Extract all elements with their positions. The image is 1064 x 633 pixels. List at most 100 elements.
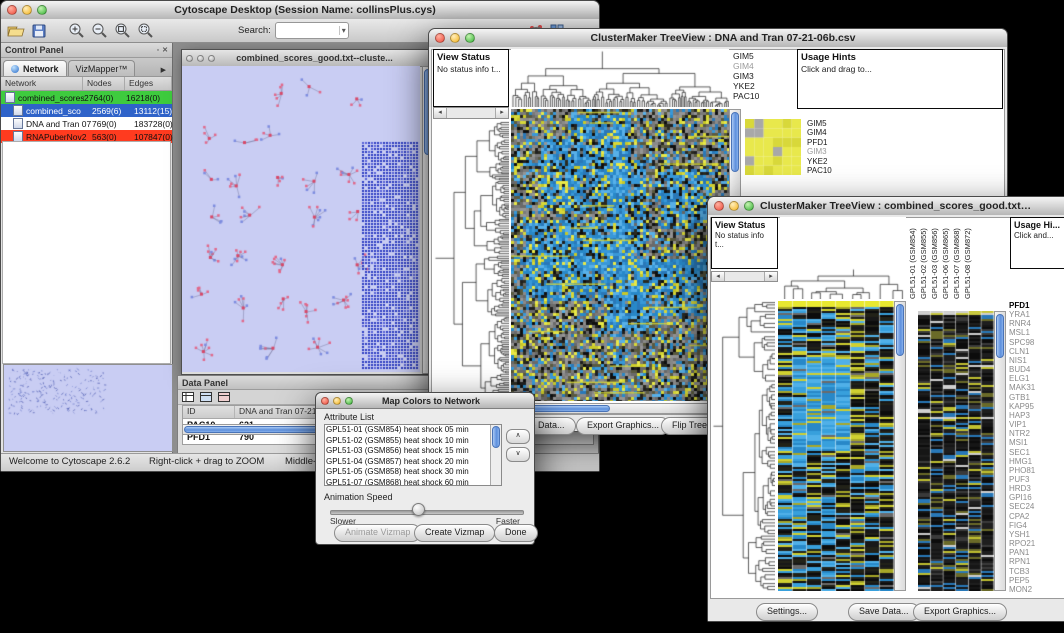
tv1-correlation-matrix[interactable] (745, 119, 801, 175)
usage-hints-title: Usage Hints (801, 52, 999, 63)
search-input[interactable]: ▾ (275, 22, 349, 39)
minimize-button[interactable] (450, 33, 460, 43)
tv2-status-scrollbar[interactable]: ◂ ▸ (711, 271, 778, 282)
open-folder-icon[interactable] (7, 24, 26, 38)
zoom-selected-icon[interactable] (137, 22, 154, 39)
tv2-vscrollbar[interactable] (894, 301, 906, 591)
frame-minimize-button[interactable] (197, 55, 204, 62)
attribute-list-scrollbar[interactable] (490, 425, 501, 485)
gene-label: HMG1 (1009, 457, 1064, 466)
create-vizmap-button[interactable]: Create Vizmap (414, 524, 495, 542)
network-row[interactable]: combined_sco2569(6)13112(15) (1, 104, 172, 117)
zoom-in-icon[interactable] (68, 22, 85, 39)
save-icon[interactable] (32, 24, 46, 38)
export-graphics-button[interactable]: Export Graphics... (913, 603, 1007, 621)
tv2-expression-heatmap[interactable] (918, 311, 994, 591)
network-row[interactable]: combined_scores2764(0)16218(0) (1, 91, 172, 104)
close-panel-icon[interactable]: ✕ (162, 46, 168, 54)
float-panel-icon[interactable]: ▫ (157, 47, 159, 54)
main-titlebar[interactable]: Cytoscape Desktop (Session Name: collins… (1, 1, 599, 20)
attribute-list-item[interactable]: GPL51-03 (GSM856) heat shock 15 min (326, 446, 491, 457)
tv1-column-dendrogram[interactable] (511, 49, 729, 107)
network-view-titlebar[interactable]: combined_scores_good.txt--cluste... (182, 50, 434, 67)
col-nodes[interactable]: Nodes (83, 77, 125, 90)
close-button[interactable] (714, 201, 724, 211)
col-edges[interactable]: Edges (125, 77, 172, 90)
select-attributes-icon[interactable] (182, 392, 194, 402)
gene-label: VIP1 (1009, 420, 1064, 429)
tv1-hscrollbar[interactable] (511, 403, 729, 414)
tv2-vscroll-thumb[interactable] (896, 304, 904, 356)
tv1-heatmap[interactable] (511, 109, 729, 401)
animation-speed-slider[interactable] (330, 510, 524, 515)
zoom-out-icon[interactable] (91, 22, 108, 39)
attribute-list-item[interactable]: GPL51-04 (GSM857) heat shock 20 min (326, 457, 491, 468)
zoom-button[interactable] (37, 5, 47, 15)
tv2-row-dendrogram[interactable] (711, 301, 775, 591)
scroll-left-arrow[interactable]: ◂ (712, 272, 725, 281)
attribute-list-item[interactable]: GPL51-05 (GSM858) heat shock 30 min (326, 467, 491, 478)
col-id[interactable]: ID (183, 406, 235, 418)
move-up-button[interactable]: ∧ (506, 429, 530, 444)
minimize-button[interactable] (22, 5, 32, 15)
usage-hints-text: Click and... (1014, 231, 1064, 240)
network-node-count: 2764(0) (84, 93, 126, 103)
export-graphics-button[interactable]: Export Graphics... (576, 417, 670, 435)
network-row[interactable]: DNA and Tran 07769(0)183728(0) (1, 117, 172, 130)
tab-overflow-icon[interactable]: ▶ (157, 66, 170, 76)
network-overview-canvas[interactable] (4, 365, 170, 449)
frame-close-button[interactable] (186, 55, 193, 62)
tv2-expression-vscroll-thumb[interactable] (996, 314, 1004, 358)
tab-network[interactable]: Network (3, 60, 67, 76)
gene-label: FIG4 (1009, 521, 1064, 530)
search-dropdown-icon[interactable]: ▾ (339, 26, 348, 35)
tv1-row-dendrogram[interactable] (433, 121, 509, 403)
frame-maximize-button[interactable] (208, 55, 215, 62)
tv1-titlebar[interactable]: ClusterMaker TreeView : DNA and Tran 07-… (429, 29, 1007, 48)
dialog-titlebar[interactable]: Map Colors to Network (316, 393, 534, 409)
attribute-list-item[interactable]: GPL51-02 (GSM855) heat shock 10 min (326, 436, 491, 447)
unselect-all-icon[interactable] (218, 392, 230, 402)
zoom-fit-icon[interactable] (114, 22, 131, 39)
scroll-track[interactable] (447, 108, 495, 118)
move-down-button[interactable]: ∨ (506, 447, 530, 462)
network-canvas[interactable] (182, 66, 420, 372)
tv2-titlebar[interactable]: ClusterMaker TreeView : combined_scores_… (708, 197, 1064, 216)
col-network[interactable]: Network (1, 77, 83, 90)
tab-vizmapper[interactable]: VizMapper™ (68, 60, 136, 76)
scroll-left-arrow[interactable]: ◂ (434, 108, 447, 118)
close-button[interactable] (321, 397, 329, 405)
gene-label: MAK31 (1009, 383, 1064, 392)
attribute-list-item[interactable]: GPL51-01 (GSM854) heat shock 05 min (326, 425, 491, 436)
control-panel-title: Control Panel (5, 45, 64, 55)
gene-label: BUD4 (1009, 365, 1064, 374)
network-file-icon (13, 105, 23, 116)
attribute-list-scroll-thumb[interactable] (492, 426, 500, 448)
tv1-status-scrollbar[interactable]: ◂ ▸ (433, 107, 509, 119)
tv2-column-dendrogram[interactable] (780, 217, 906, 299)
minimize-button[interactable] (729, 201, 739, 211)
zoom-button[interactable] (345, 397, 353, 405)
select-all-icon[interactable] (200, 392, 212, 402)
attribute-list[interactable]: GPL51-01 (GSM854) heat shock 05 minGPL51… (324, 424, 502, 486)
scroll-right-arrow[interactable]: ▸ (495, 108, 508, 118)
settings-button[interactable]: Settings... (756, 603, 818, 621)
done-button[interactable]: Done (494, 524, 538, 542)
network-overview[interactable] (3, 364, 173, 452)
zoom-button[interactable] (465, 33, 475, 43)
scroll-right-arrow[interactable]: ▸ (764, 272, 777, 281)
gene-label: MSL1 (1009, 328, 1064, 337)
tv2-expression-vscrollbar[interactable] (994, 311, 1006, 591)
close-button[interactable] (435, 33, 445, 43)
network-sphere-icon (11, 65, 19, 73)
zoom-button[interactable] (744, 201, 754, 211)
minimize-button[interactable] (333, 397, 341, 405)
attribute-list-item[interactable]: GPL51-07 (GSM868) heat shock 60 min (326, 478, 491, 487)
close-button[interactable] (7, 5, 17, 15)
scroll-track[interactable] (725, 272, 764, 281)
animation-speed-knob[interactable] (412, 503, 425, 516)
tv1-vscroll-thumb[interactable] (731, 112, 739, 172)
save-data-button[interactable]: Save Data... (848, 603, 920, 621)
network-name: combined_sco (26, 106, 92, 116)
tv2-heatmap[interactable] (778, 301, 894, 591)
